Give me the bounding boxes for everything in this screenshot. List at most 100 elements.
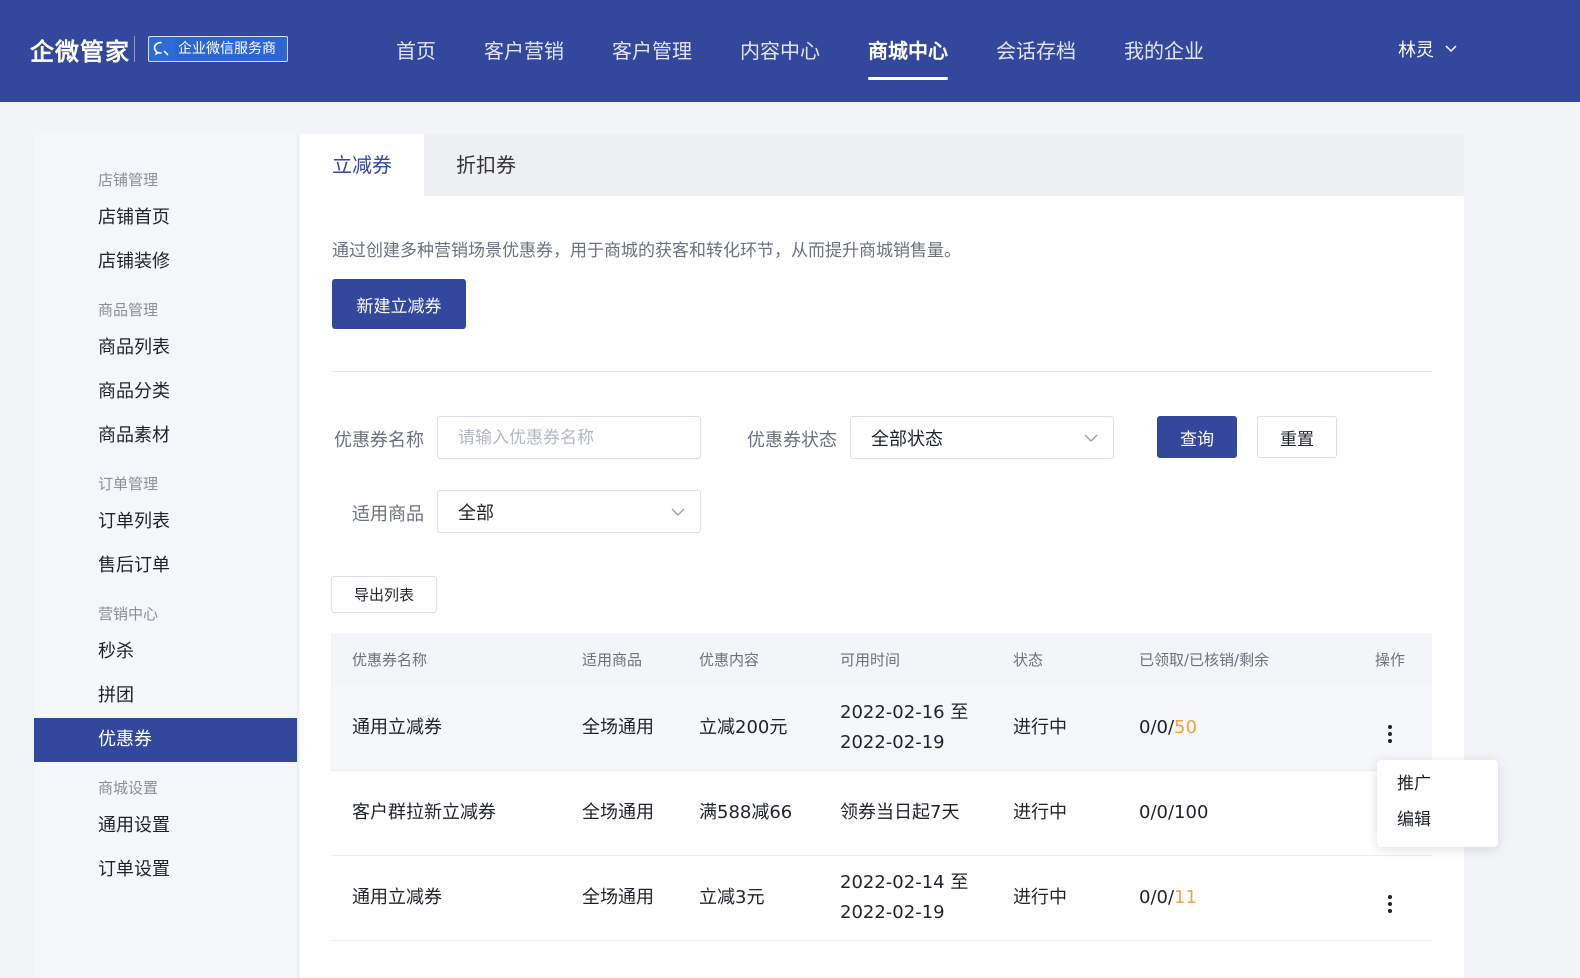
coupon-stats: 0/0/11 xyxy=(1139,883,1348,913)
table-row: 通用立减券 全场通用 立减200元 2022-02-16 至 2022-02-1… xyxy=(331,686,1432,771)
sidebar-group-store: 店铺管理 xyxy=(98,171,159,189)
coupon-content: 立减3元 xyxy=(699,887,765,908)
promote-menu-item[interactable]: 推广 xyxy=(1377,771,1498,807)
brand-logo[interactable]: 企微管家 xyxy=(30,32,130,67)
coupon-stats: 0/0/100 xyxy=(1139,798,1348,828)
table-row: 通用立减券 全场通用 立减3元 2022-02-14 至 2022-02-19 … xyxy=(331,856,1432,941)
applicable-goods-select[interactable]: 全部 xyxy=(437,490,701,533)
user-menu[interactable]: 林灵 xyxy=(1398,36,1458,62)
sidebar-item-order-settings[interactable]: 订单设置 xyxy=(34,848,297,892)
column-header-stats: 已领取/已核销/剩余 xyxy=(1139,651,1270,669)
coupon-status: 进行中 xyxy=(1013,887,1067,908)
export-list-button[interactable]: 导出列表 xyxy=(331,576,437,613)
edit-menu-item[interactable]: 编辑 xyxy=(1377,807,1498,843)
coupon-goods: 全场通用 xyxy=(582,802,654,823)
column-header-time: 可用时间 xyxy=(840,651,901,669)
coupon-remaining: 11 xyxy=(1174,887,1197,908)
coupon-remaining: 50 xyxy=(1174,717,1197,738)
sidebar-group-mall-settings: 商城设置 xyxy=(98,779,159,797)
coupon-time-start: 2022-02-16 至 xyxy=(840,702,969,723)
coupon-status: 进行中 xyxy=(1013,802,1067,823)
coupon-name: 通用立减券 xyxy=(352,717,442,738)
sidebar-item-goods-list[interactable]: 商品列表 xyxy=(34,326,297,370)
coupon-time-end: 2022-02-19 xyxy=(840,732,945,753)
sidebar-item-goods-category[interactable]: 商品分类 xyxy=(34,370,297,414)
badge-label: 企业微信服务商 xyxy=(175,37,287,61)
sidebar: 店铺管理 店铺首页 店铺装修 商品管理 商品列表 商品分类 商品素材 订单管理 … xyxy=(34,134,298,978)
nav-home[interactable]: 首页 xyxy=(396,0,436,102)
column-header-goods: 适用商品 xyxy=(582,651,643,669)
sidebar-item-general-settings[interactable]: 通用设置 xyxy=(34,804,297,848)
nav-mall-center[interactable]: 商城中心 xyxy=(868,0,948,102)
coupon-name: 客户群拉新立减券 xyxy=(352,802,496,823)
nav-customer-management[interactable]: 客户管理 xyxy=(612,0,692,102)
coupon-status-select[interactable]: 全部状态 xyxy=(850,416,1114,459)
applicable-goods-value: 全部 xyxy=(458,502,494,524)
more-vertical-icon[interactable] xyxy=(1382,721,1398,747)
coupon-time-start: 2022-02-14 至 xyxy=(840,872,969,893)
nav-my-enterprise[interactable]: 我的企业 xyxy=(1124,0,1204,102)
tab-instant-discount[interactable]: 立减券 xyxy=(300,134,424,196)
coupon-goods: 全场通用 xyxy=(582,717,654,738)
coupon-stats-prefix: 0/0/100 xyxy=(1139,802,1209,823)
chevron-down-icon xyxy=(1445,45,1457,53)
sidebar-item-coupons[interactable]: 优惠券 xyxy=(34,718,297,762)
coupon-status-label: 优惠券状态 xyxy=(747,430,837,451)
coupon-content: 满588减66 xyxy=(699,802,793,823)
query-button[interactable]: 查询 xyxy=(1157,416,1237,458)
service-provider-badge: 企业微信服务商 xyxy=(148,36,288,62)
column-header-actions: 操作 xyxy=(1374,651,1405,669)
user-name: 林灵 xyxy=(1398,40,1434,61)
chevron-down-icon xyxy=(671,508,685,516)
coupon-tabs: 立减券 折扣券 xyxy=(300,134,1464,196)
coupon-name-label: 优惠券名称 xyxy=(334,430,424,451)
sidebar-item-goods-material[interactable]: 商品素材 xyxy=(34,414,297,458)
sidebar-item-group-buy[interactable]: 拼团 xyxy=(34,674,297,718)
applicable-goods-label: 适用商品 xyxy=(352,504,424,525)
reset-button[interactable]: 重置 xyxy=(1257,416,1337,458)
nav-content-center[interactable]: 内容中心 xyxy=(740,0,820,102)
coupon-goods: 全场通用 xyxy=(582,887,654,908)
row-actions xyxy=(1348,709,1432,747)
coupon-name-input[interactable] xyxy=(437,416,701,459)
tab-percent-discount[interactable]: 折扣券 xyxy=(424,134,548,196)
coupon-time-start: 领券当日起7天 xyxy=(840,802,960,823)
coupon-stats-prefix: 0/0/ xyxy=(1139,887,1175,908)
nav-session-archive[interactable]: 会话存档 xyxy=(996,0,1076,102)
chevron-down-icon xyxy=(1084,434,1098,442)
row-action-popover: 推广 编辑 xyxy=(1377,760,1498,847)
main-nav: 首页 客户营销 客户管理 内容中心 商城中心 会话存档 我的企业 xyxy=(372,0,1228,102)
coupon-time-end: 2022-02-19 xyxy=(840,902,945,923)
more-vertical-icon[interactable] xyxy=(1382,891,1398,917)
sidebar-group-goods: 商品管理 xyxy=(98,301,159,319)
coupon-time: 2022-02-14 至 2022-02-19 xyxy=(840,868,1013,928)
coupon-content: 立减200元 xyxy=(699,717,788,738)
row-actions xyxy=(1348,879,1432,917)
coupon-status: 进行中 xyxy=(1013,717,1067,738)
page-description: 通过创建多种营销场景优惠券，用于商城的获客和转化环节，从而提升商城销售量。 xyxy=(332,241,961,261)
divider xyxy=(332,371,1432,372)
table-header: 优惠券名称 适用商品 优惠内容 可用时间 状态 已领取/已核销/剩余 操作 xyxy=(331,633,1432,686)
main-panel: 立减券 折扣券 通过创建多种营销场景优惠券，用于商城的获客和转化环节，从而提升商… xyxy=(300,134,1464,978)
sidebar-item-store-decoration[interactable]: 店铺装修 xyxy=(34,240,297,284)
sidebar-item-store-home[interactable]: 店铺首页 xyxy=(34,196,297,240)
sidebar-item-flash-sale[interactable]: 秒杀 xyxy=(34,630,297,674)
coupon-stats-prefix: 0/0/ xyxy=(1139,717,1175,738)
coupon-name: 通用立减券 xyxy=(352,887,442,908)
column-header-content: 优惠内容 xyxy=(699,651,760,669)
column-header-name: 优惠券名称 xyxy=(352,651,428,669)
column-header-status: 状态 xyxy=(1013,651,1044,669)
coupon-table: 优惠券名称 适用商品 优惠内容 可用时间 状态 已领取/已核销/剩余 操作 通用… xyxy=(331,633,1432,941)
sidebar-group-orders: 订单管理 xyxy=(98,475,159,493)
coupon-time: 2022-02-16 至 2022-02-19 xyxy=(840,698,1013,758)
wecom-chat-icon xyxy=(149,37,175,61)
sidebar-item-after-sales[interactable]: 售后订单 xyxy=(34,544,297,588)
table-row: 客户群拉新立减券 全场通用 满588减66 领券当日起7天 进行中 0/0/10… xyxy=(331,771,1432,856)
create-coupon-button[interactable]: 新建立减券 xyxy=(332,279,466,329)
nav-customer-marketing[interactable]: 客户营销 xyxy=(484,0,564,102)
sidebar-group-marketing: 营销中心 xyxy=(98,605,159,623)
sidebar-item-order-list[interactable]: 订单列表 xyxy=(34,500,297,544)
brand-divider xyxy=(134,36,135,62)
top-navbar: 企微管家 企业微信服务商 首页 客户营销 客户管理 内容中心 商城中心 会话存档… xyxy=(0,0,1580,102)
coupon-time: 领券当日起7天 xyxy=(840,798,1013,828)
